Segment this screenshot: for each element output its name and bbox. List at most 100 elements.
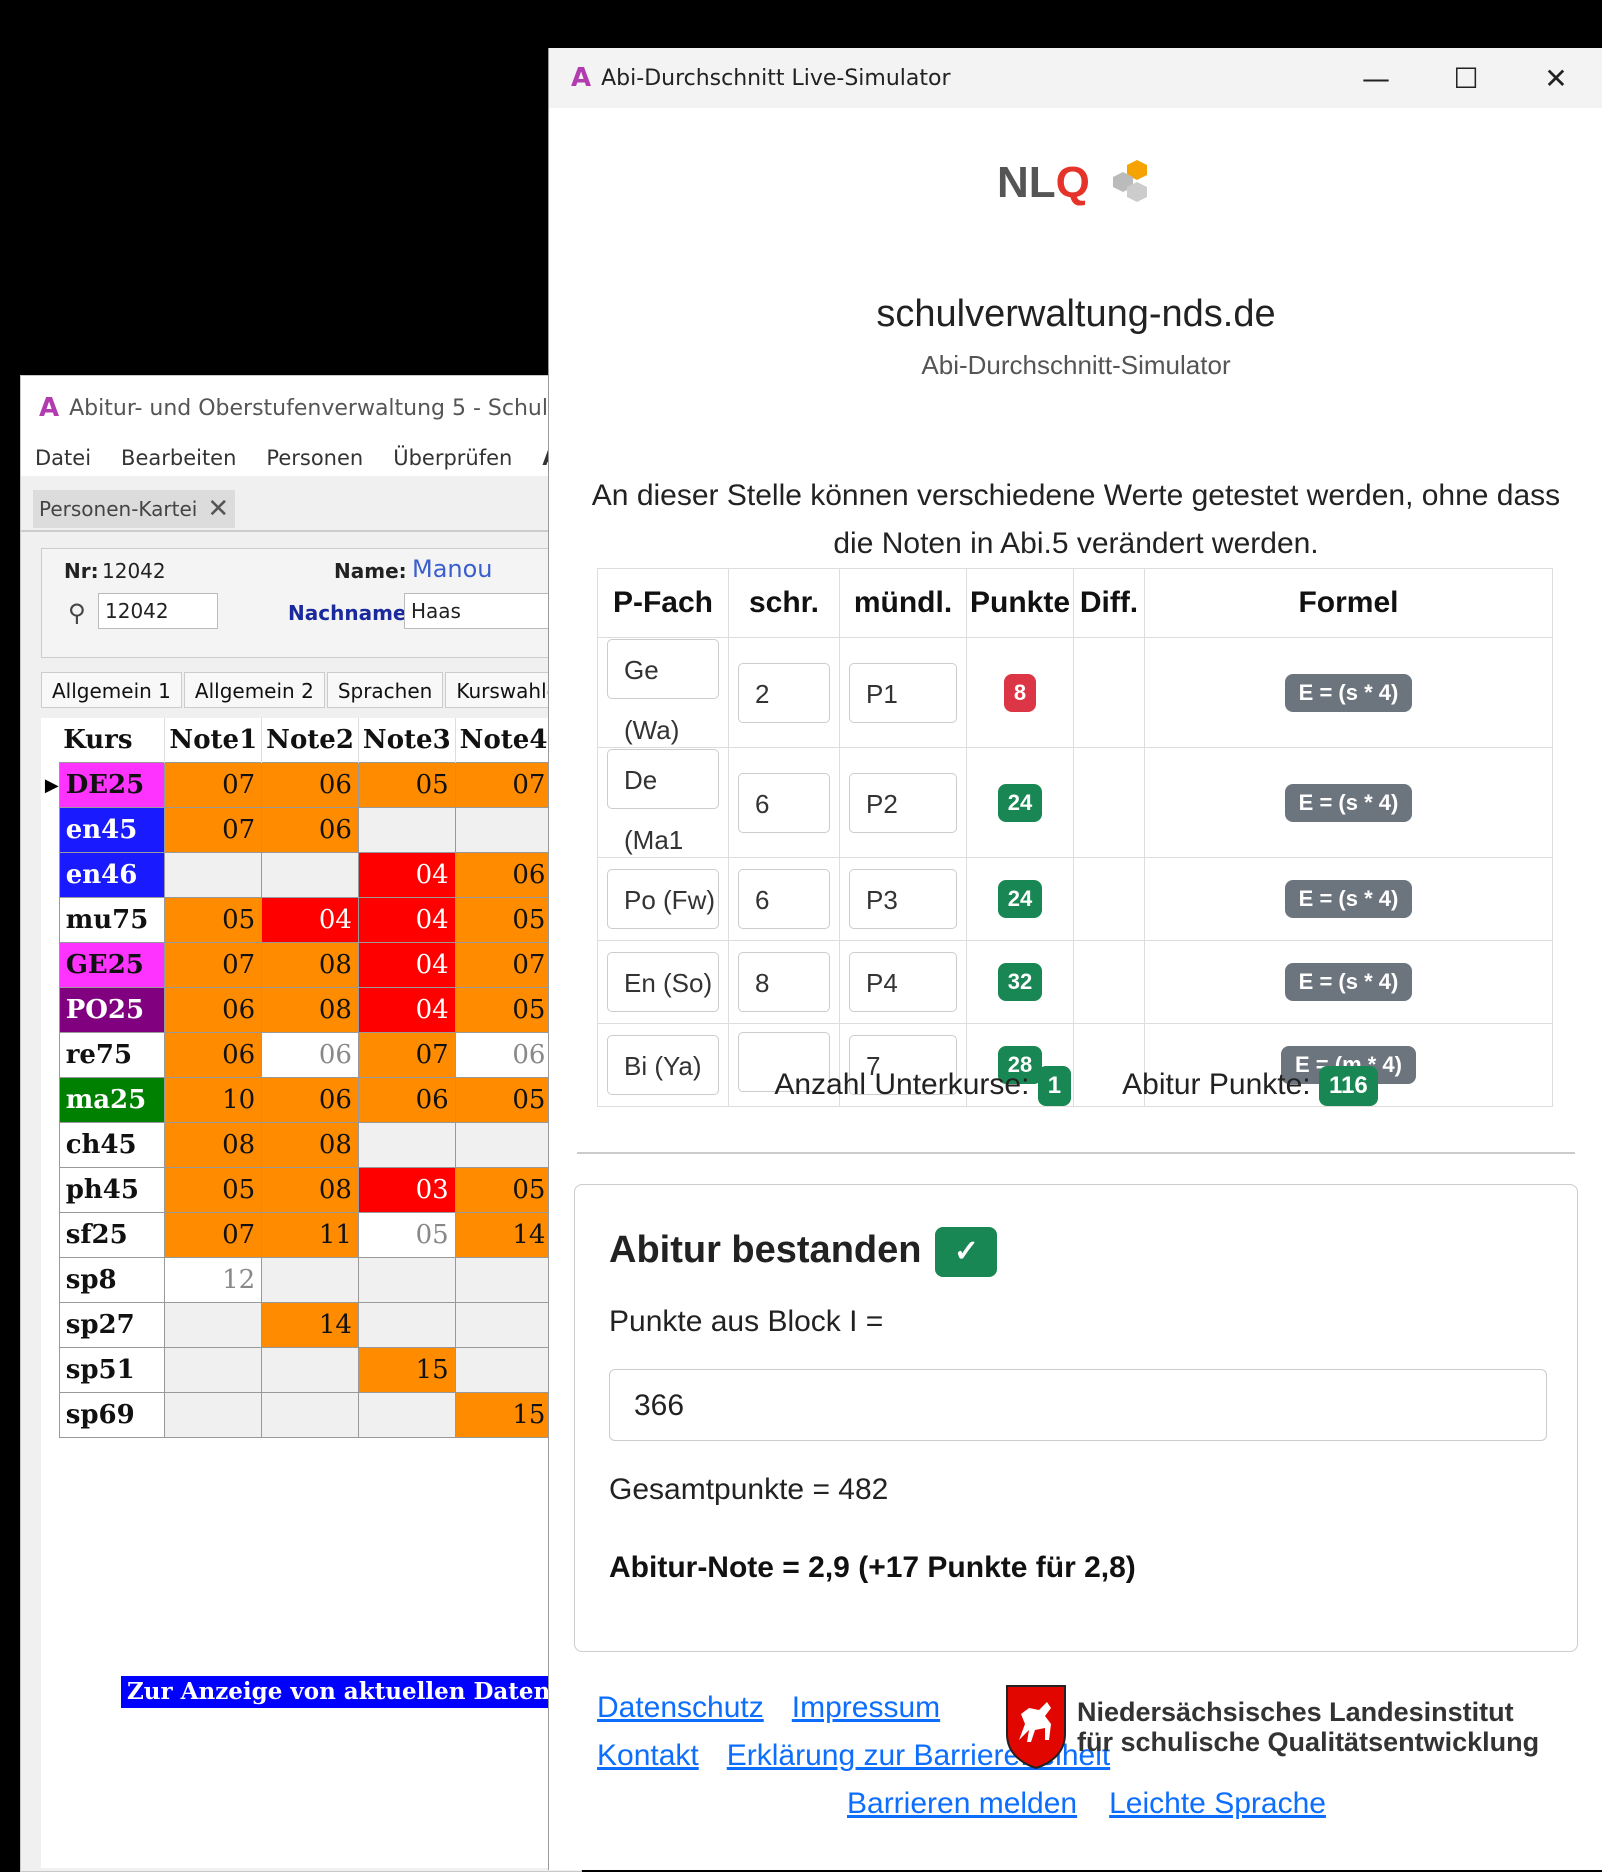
note-cell[interactable]: 04: [357, 942, 456, 988]
fach-input[interactable]: Ge (Wa): [607, 639, 719, 745]
muendl-input[interactable]: P1: [849, 662, 957, 723]
subtab-allgemein-1[interactable]: Allgemein 1: [41, 672, 182, 708]
note-cell[interactable]: 08: [261, 987, 359, 1033]
note-cell[interactable]: 04: [357, 987, 456, 1033]
maximize-icon[interactable]: ☐: [1421, 48, 1511, 108]
muendl-input[interactable]: P4: [849, 952, 957, 1012]
note-cell[interactable]: [261, 1392, 359, 1438]
kurs-cell[interactable]: re75: [58, 1032, 166, 1078]
search-input[interactable]: 12042: [98, 593, 218, 629]
name-value[interactable]: Manou: [412, 555, 493, 583]
note-cell[interactable]: 05: [357, 1212, 456, 1258]
fach-input[interactable]: En (So): [607, 952, 719, 1012]
note-cell[interactable]: 04: [261, 897, 359, 943]
note-cell[interactable]: 07: [164, 762, 263, 808]
fach-input[interactable]: De (Ma1: [607, 749, 719, 855]
table-row[interactable]: ▶ DE25 07 06 05 07: [41, 762, 581, 808]
note-cell[interactable]: [164, 1392, 263, 1438]
search-icon[interactable]: ⚲: [68, 599, 86, 627]
note-cell[interactable]: [261, 1257, 359, 1303]
note-cell[interactable]: 07: [164, 942, 263, 988]
note-cell[interactable]: 10: [164, 1077, 263, 1123]
kurs-cell[interactable]: en46: [58, 852, 166, 898]
note-cell[interactable]: [454, 807, 553, 853]
note-cell[interactable]: 06: [261, 1077, 359, 1123]
muendl-input[interactable]: P2: [849, 772, 957, 833]
table-row[interactable]: ch45 08 08: [41, 1122, 581, 1168]
note-cell[interactable]: 05: [164, 1167, 263, 1213]
note-cell[interactable]: [454, 1302, 553, 1348]
note-cell[interactable]: 06: [261, 1032, 359, 1078]
note-cell[interactable]: 06: [164, 1032, 263, 1078]
link-datenschutz[interactable]: Datenschutz: [597, 1691, 764, 1724]
note-cell[interactable]: [357, 1392, 456, 1438]
link-kontakt[interactable]: Kontakt: [597, 1739, 699, 1772]
kurs-cell[interactable]: sf25: [58, 1212, 166, 1258]
close-tab-icon[interactable]: ✕: [207, 494, 229, 524]
note-cell[interactable]: [454, 1347, 553, 1393]
note-cell[interactable]: 15: [357, 1347, 456, 1393]
note-cell[interactable]: 05: [454, 1077, 553, 1123]
note-cell[interactable]: 06: [261, 807, 359, 853]
column-header[interactable]: Kurs: [59, 718, 166, 763]
subtab-sprachen[interactable]: Sprachen: [326, 672, 444, 708]
schr-input[interactable]: 6: [738, 772, 830, 833]
kurs-cell[interactable]: ph45: [58, 1167, 166, 1213]
link-barrieren-melden[interactable]: Barrieren melden: [847, 1787, 1077, 1820]
note-cell[interactable]: 06: [454, 852, 553, 898]
table-row[interactable]: sp8 12: [41, 1257, 581, 1303]
column-header[interactable]: Note1: [164, 718, 263, 763]
minimize-icon[interactable]: —: [1331, 48, 1421, 108]
fach-input[interactable]: Po (Fw): [607, 869, 719, 929]
table-row[interactable]: mu75 05 04 04 05: [41, 897, 581, 943]
column-header[interactable]: Note4: [455, 718, 553, 763]
note-cell[interactable]: 12: [164, 1257, 263, 1303]
column-header[interactable]: Note2: [261, 718, 359, 763]
note-cell[interactable]: 08: [164, 1122, 263, 1168]
menu-ueberpruefen[interactable]: Überprüfen: [393, 446, 512, 470]
note-cell[interactable]: 11: [261, 1212, 359, 1258]
kurs-cell[interactable]: ma25: [58, 1077, 166, 1123]
menu-personen[interactable]: Personen: [266, 446, 363, 470]
kurs-cell[interactable]: sp69: [58, 1392, 166, 1438]
table-row[interactable]: re75 06 06 07 06: [41, 1032, 581, 1078]
link-leichte-sprache[interactable]: Leichte Sprache: [1109, 1787, 1326, 1820]
table-row[interactable]: en46 04 06: [41, 852, 581, 898]
schr-input[interactable]: 6: [738, 869, 830, 929]
subtab-allgemein-2[interactable]: Allgemein 2: [183, 672, 325, 708]
table-row[interactable]: sp27 14: [41, 1302, 581, 1348]
kurs-cell[interactable]: sp27: [58, 1302, 166, 1348]
note-cell[interactable]: 06: [454, 1032, 553, 1078]
note-cell[interactable]: 07: [164, 1212, 263, 1258]
table-row[interactable]: sp51 15: [41, 1347, 581, 1393]
note-cell[interactable]: 07: [164, 807, 263, 853]
note-cell[interactable]: [164, 1302, 263, 1348]
note-cell[interactable]: 04: [357, 897, 456, 943]
column-header[interactable]: Note3: [358, 718, 456, 763]
note-cell[interactable]: 08: [261, 1122, 359, 1168]
kurs-cell[interactable]: ch45: [58, 1122, 166, 1168]
kurs-cell[interactable]: en45: [58, 807, 166, 853]
simulator-window[interactable]: A Abi-Durchschnitt Live-Simulator — ☐ ✕ …: [548, 48, 1602, 1870]
note-cell[interactable]: 05: [454, 987, 553, 1033]
note-cell[interactable]: 03: [357, 1167, 456, 1213]
kurs-cell[interactable]: PO25: [58, 987, 166, 1033]
note-cell[interactable]: 08: [261, 1167, 359, 1213]
schr-input[interactable]: 8: [738, 952, 830, 1012]
note-cell[interactable]: 05: [164, 897, 263, 943]
kurs-cell[interactable]: sp51: [58, 1347, 166, 1393]
note-cell[interactable]: 06: [357, 1077, 456, 1123]
muendl-input[interactable]: P3: [849, 869, 957, 929]
table-row[interactable]: PO25 06 08 04 05: [41, 987, 581, 1033]
table-row[interactable]: en45 07 06: [41, 807, 581, 853]
table-row[interactable]: GE25 07 08 04 07: [41, 942, 581, 988]
simulator-titlebar[interactable]: A Abi-Durchschnitt Live-Simulator — ☐ ✕: [549, 48, 1602, 108]
note-cell[interactable]: 05: [454, 897, 553, 943]
menu-datei[interactable]: Datei: [35, 446, 91, 470]
note-cell[interactable]: [261, 1347, 359, 1393]
table-row[interactable]: sp69 15: [41, 1392, 581, 1438]
table-row[interactable]: ma25 10 06 06 05: [41, 1077, 581, 1123]
tab-personen-kartei[interactable]: Personen-Kartei ✕: [33, 490, 236, 528]
note-cell[interactable]: 14: [454, 1212, 553, 1258]
table-row[interactable]: ph45 05 08 03 05: [41, 1167, 581, 1213]
